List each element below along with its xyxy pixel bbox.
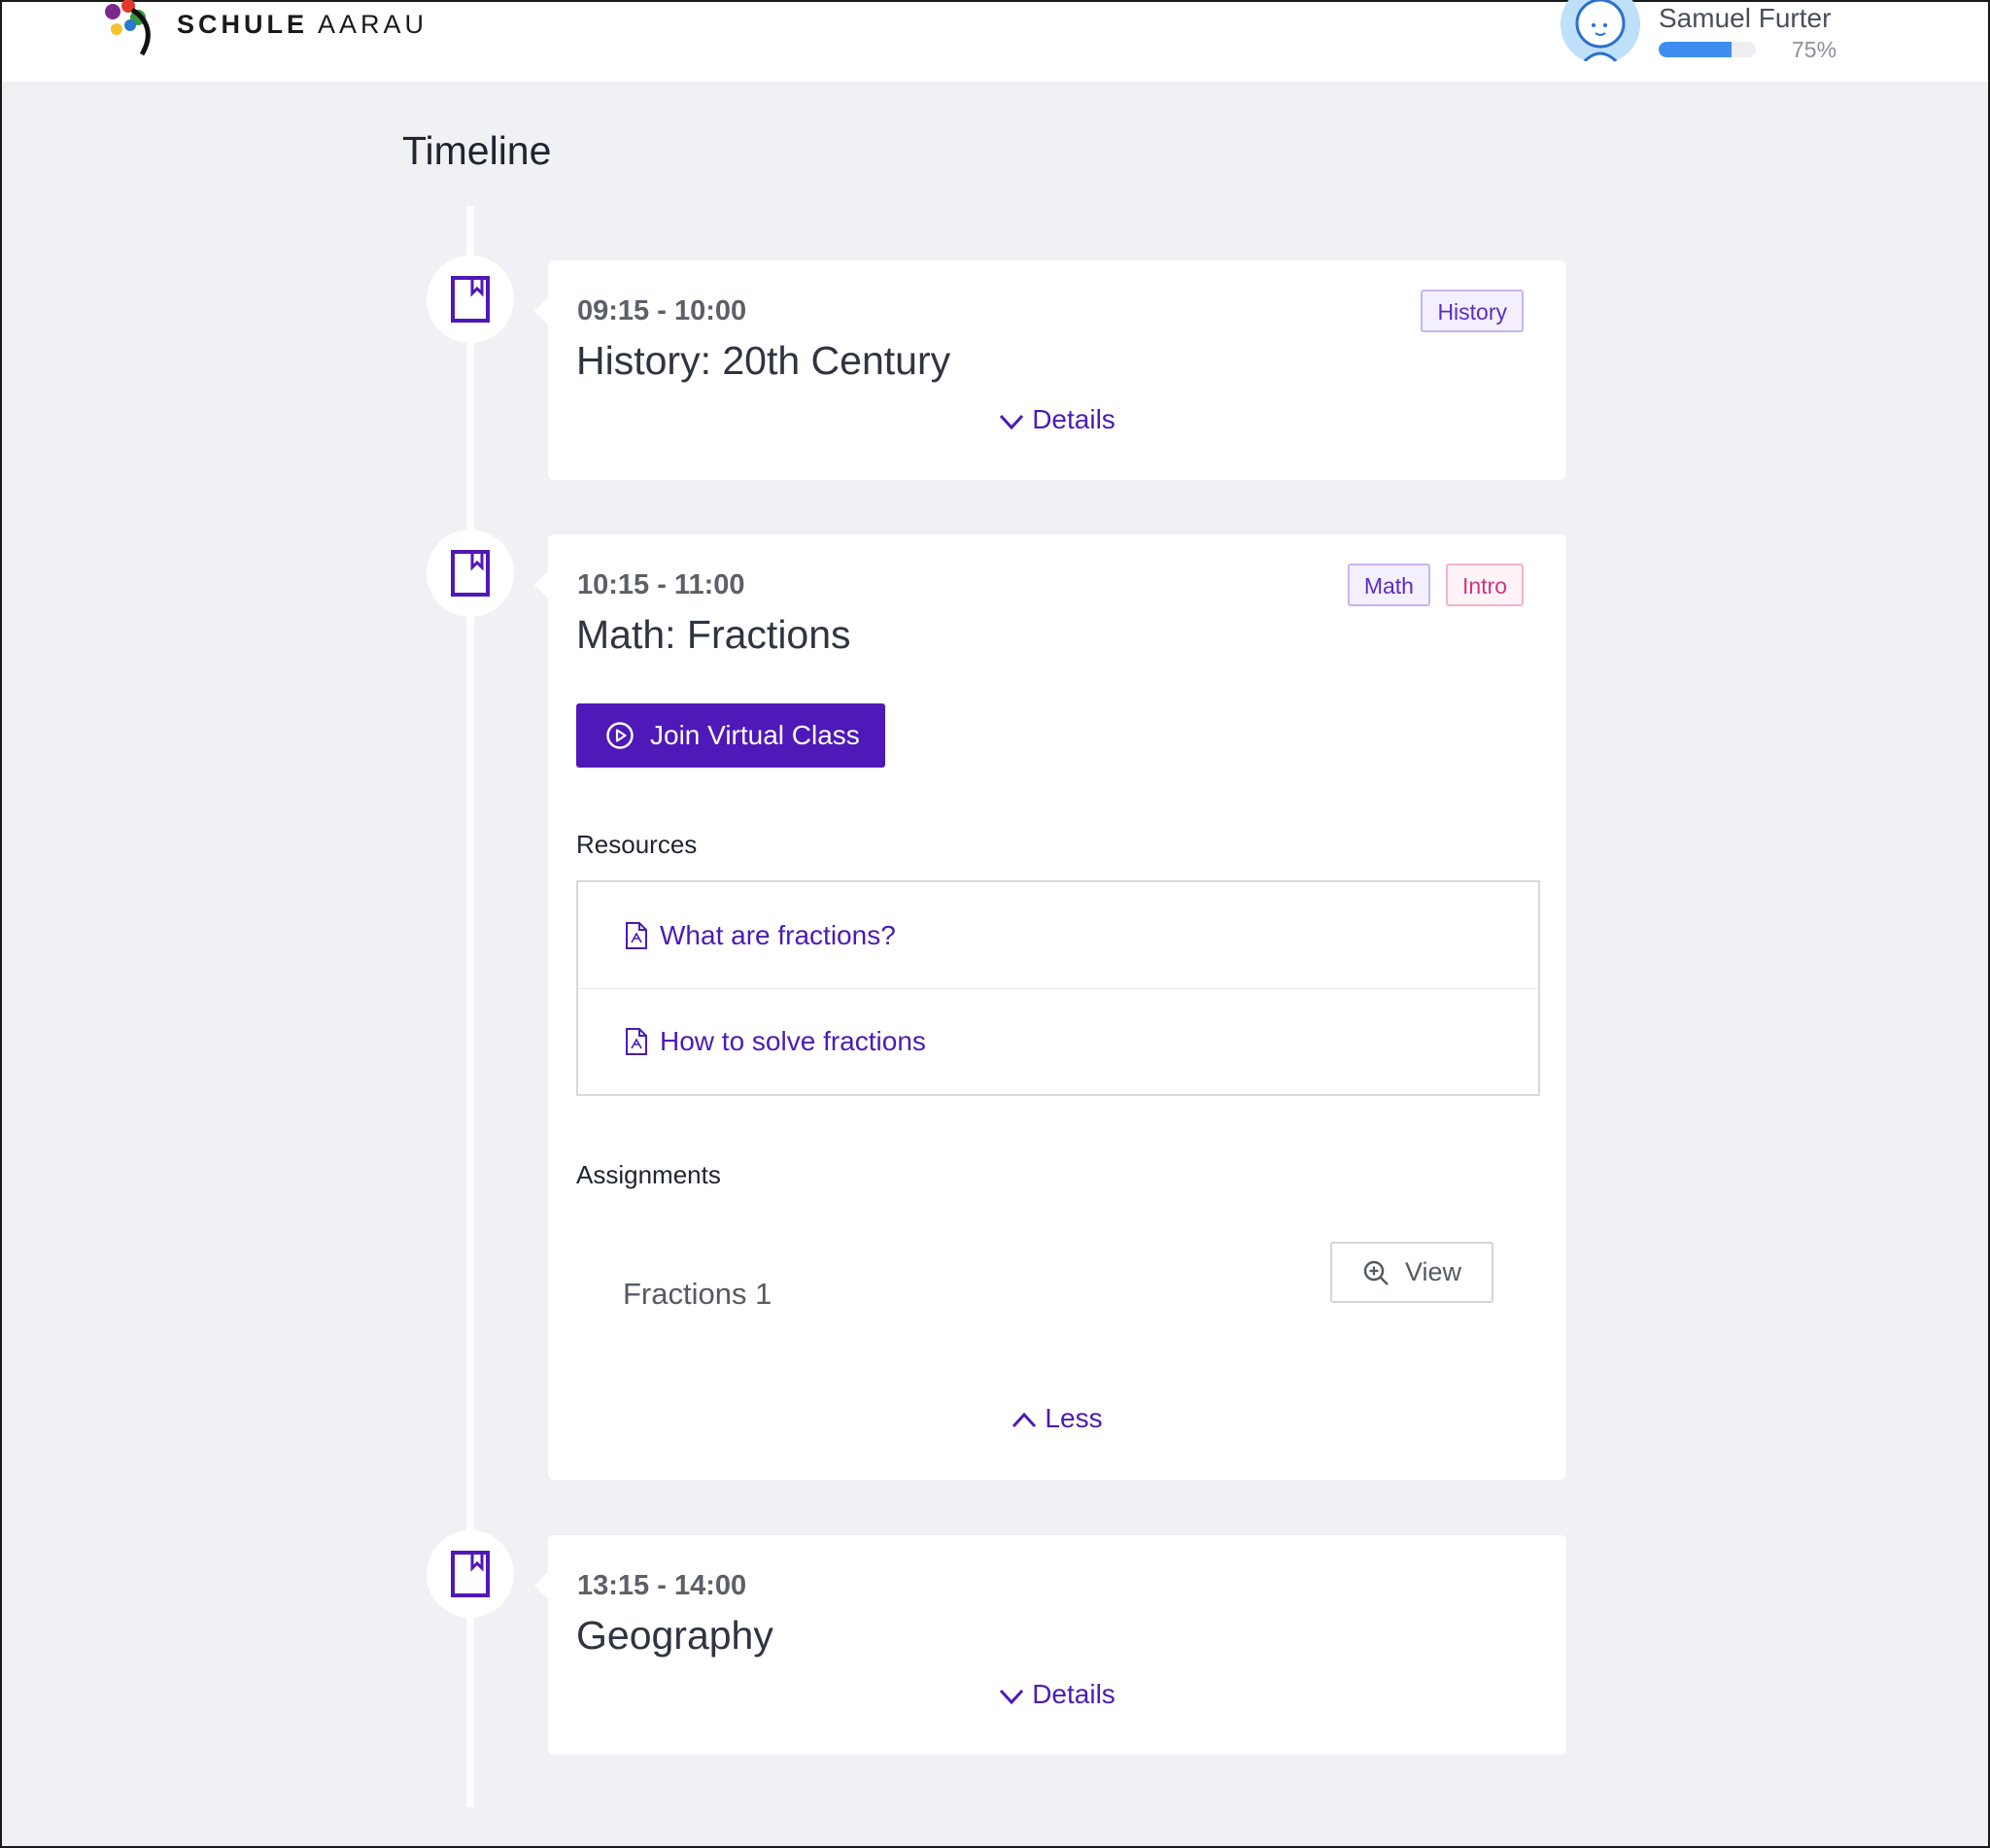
event-tags: Math Intro xyxy=(1347,564,1524,606)
details-toggle[interactable]: Details xyxy=(548,1679,1566,1710)
event-tags: History xyxy=(1421,290,1524,332)
timeline-node xyxy=(427,1530,514,1618)
assignment-name: Fractions 1 xyxy=(623,1277,772,1311)
details-label: Details xyxy=(1032,404,1115,434)
resource-link[interactable]: How to solve fractions xyxy=(578,988,1538,1094)
event-time: 13:15 - 14:00 xyxy=(577,1570,747,1601)
resource-link[interactable]: What are fractions? xyxy=(578,882,1538,988)
event-card: 09:15 - 10:00 History: 20th Century Hist… xyxy=(534,260,1566,480)
join-virtual-class-button[interactable]: Join Virtual Class xyxy=(576,703,885,768)
logo-mark xyxy=(105,0,151,56)
chevron-down-icon xyxy=(1000,1689,1024,1704)
details-toggle[interactable]: Details xyxy=(548,404,1566,435)
resource-label: What are fractions? xyxy=(660,919,896,950)
event-title: Geography xyxy=(576,1613,773,1658)
logo-name-bold: SCHULE xyxy=(177,10,309,39)
details-label: Details xyxy=(1032,1679,1115,1709)
progress-label: 75% xyxy=(1792,37,1837,62)
resources-list: What are fractions? How to solve fractio… xyxy=(576,880,1540,1096)
progress-fill xyxy=(1659,42,1732,57)
event-time: 09:15 - 10:00 xyxy=(577,295,747,326)
event-card: 13:15 - 14:00 Geography Details xyxy=(534,1535,1566,1755)
resources-heading: Resources xyxy=(576,830,698,859)
top-bar: SCHULE AARAU Samuel Furter 75% xyxy=(2,0,1988,82)
less-toggle[interactable]: Less xyxy=(548,1403,1566,1434)
event-card: 10:15 - 11:00 Math: Fractions Math Intro… xyxy=(534,534,1566,1480)
timeline-node xyxy=(427,256,514,343)
book-icon xyxy=(451,276,490,323)
zoom-in-icon xyxy=(1363,1260,1389,1285)
pdf-file-icon xyxy=(626,1028,647,1055)
pdf-file-icon xyxy=(626,921,647,949)
chevron-down-icon xyxy=(1000,414,1024,429)
resource-label: How to solve fractions xyxy=(660,1026,926,1056)
less-label: Less xyxy=(1045,1403,1103,1433)
event-time: 10:15 - 11:00 xyxy=(577,569,745,600)
event-title: History: 20th Century xyxy=(576,338,951,383)
timeline-node xyxy=(427,530,514,617)
avatar[interactable] xyxy=(1561,0,1640,64)
tag-history[interactable]: History xyxy=(1421,290,1524,332)
user-name: Samuel Furter xyxy=(1659,3,1832,33)
view-label: View xyxy=(1404,1257,1462,1286)
play-circle-icon xyxy=(606,722,634,749)
assignments-heading: Assignments xyxy=(576,1160,721,1189)
event-title: Math: Fractions xyxy=(576,612,851,657)
book-icon xyxy=(451,1551,490,1597)
progress-bar xyxy=(1659,42,1756,57)
book-icon xyxy=(451,550,490,597)
logo-name-light: AARAU xyxy=(318,10,429,39)
view-assignment-button[interactable]: View xyxy=(1330,1242,1493,1303)
page-title: Timeline xyxy=(402,128,552,173)
user-menu[interactable]: Samuel Furter 75% xyxy=(1561,0,1988,82)
chevron-up-icon xyxy=(1012,1412,1037,1427)
logo-text: SCHULE AARAU xyxy=(177,10,428,40)
tag-intro[interactable]: Intro xyxy=(1445,564,1524,606)
join-label: Join Virtual Class xyxy=(650,720,860,750)
tag-math[interactable]: Math xyxy=(1347,564,1430,606)
